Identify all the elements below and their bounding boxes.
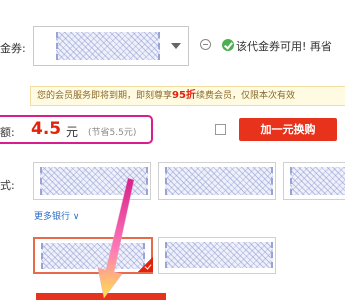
minus-circle-icon[interactable] [200, 39, 211, 50]
bank-option[interactable] [283, 162, 345, 200]
add-one-yuan-button[interactable]: 加一元换购 [239, 118, 337, 141]
voucher-select[interactable] [33, 26, 189, 66]
bank-option[interactable] [158, 162, 276, 200]
upgrade-checkbox[interactable] [215, 124, 226, 135]
bank-logo-redacted [165, 167, 273, 195]
notice-discount: 95折 [172, 90, 196, 101]
bank-option[interactable] [158, 237, 276, 274]
amount-saving: (节省5.5元) [88, 128, 137, 138]
amount-label: 额: [0, 126, 15, 139]
amount-value: 4.5 [31, 119, 62, 139]
voucher-status-text: 该代金券可用! 再省 [236, 40, 332, 53]
amount-unit: 元 [66, 125, 79, 139]
voucher-redacted [56, 32, 160, 60]
payment-label: 式: [0, 179, 15, 192]
bank-logo-redacted [165, 242, 273, 268]
notice-text-after: 续费会员，仅限本次有效 [195, 91, 295, 101]
check-circle-icon [222, 39, 234, 51]
chevron-down-icon[interactable] [171, 43, 181, 49]
bank-logo-redacted [290, 167, 345, 195]
notice-text-before: 您的会员服务即将到期，即刻尊享 [37, 91, 173, 101]
voucher-label: 金券: [0, 42, 26, 55]
annotation-arrow [97, 177, 135, 299]
renewal-notice: 您的会员服务即将到期，即刻尊享95折续费会员，仅限本次有效 [30, 86, 345, 106]
more-banks-link[interactable]: 更多银行 ∨ [34, 209, 79, 222]
